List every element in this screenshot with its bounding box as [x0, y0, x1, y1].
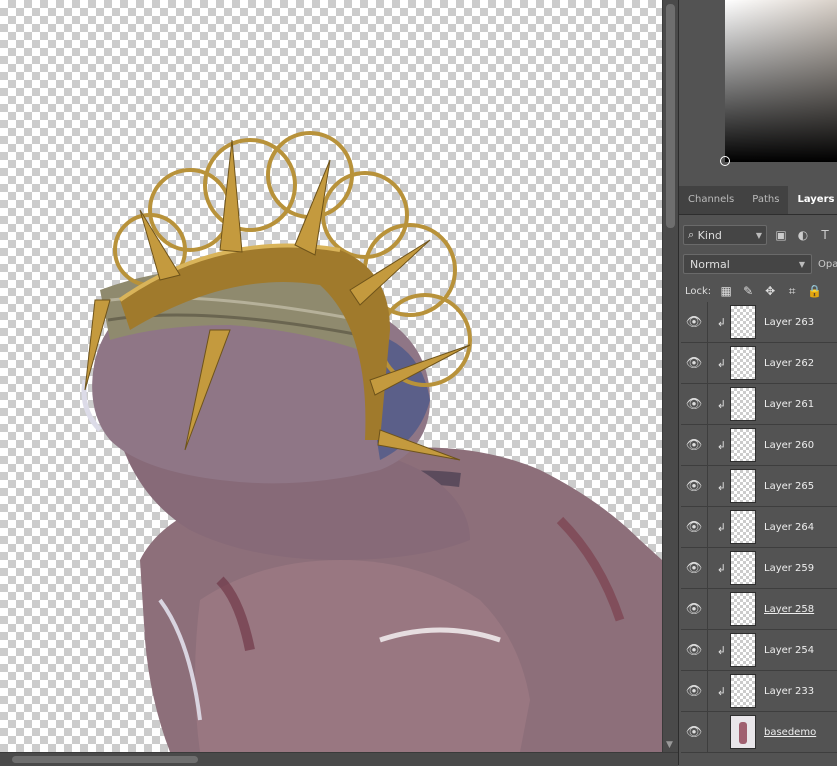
eye-icon[interactable]: 👁 — [681, 438, 707, 453]
layer-filter-row: ⌕ Kind ▼ ▣ ◐ T — [683, 224, 837, 246]
lock-transparent-icon[interactable]: ▦ — [719, 284, 733, 298]
layer-row[interactable]: 👁 Layer 258 — [681, 589, 837, 630]
clip-arrow-icon: ↲ — [716, 520, 726, 534]
clip-arrow-icon: ↲ — [716, 561, 726, 575]
panel-tabs: Channels Paths Layers — [679, 186, 837, 215]
horizontal-scrollbar[interactable] — [0, 752, 678, 766]
layer-thumbnail — [730, 510, 756, 544]
layer-row[interactable]: 👁 ↲ Layer 262 — [681, 343, 837, 384]
layer-row[interactable]: 👁 ↲ Layer 264 — [681, 507, 837, 548]
eye-icon[interactable]: 👁 — [681, 643, 707, 658]
horizontal-scroll-thumb[interactable] — [12, 756, 198, 763]
image-filter-icon[interactable]: ▣ — [773, 228, 789, 242]
layer-name: Layer 258 — [764, 603, 815, 615]
layer-row[interactable]: 👁 ↲ Layer 265 — [681, 466, 837, 507]
lock-all-icon[interactable]: 🔒 — [807, 284, 822, 298]
layers-list: 👁 ↲ Layer 263 👁 ↲ Layer 262 👁 ↲ Layer 26… — [681, 302, 837, 753]
layer-row[interactable]: 👁 basedemo — [681, 712, 837, 753]
layer-row[interactable]: 👁 ↲ Layer 263 — [681, 302, 837, 343]
clip-arrow-icon: ↲ — [716, 315, 726, 329]
layer-thumbnail — [730, 551, 756, 585]
layer-name: Layer 254 — [764, 644, 815, 656]
eye-icon[interactable]: 👁 — [681, 315, 707, 330]
lock-move-icon[interactable]: ✥ — [763, 284, 777, 298]
layer-name: Layer 262 — [764, 357, 815, 369]
artwork — [81, 131, 662, 752]
layer-name: Layer 261 — [764, 398, 815, 410]
layer-row[interactable]: 👁 ↲ Layer 233 — [681, 671, 837, 712]
scroll-down-icon[interactable]: ▼ — [666, 740, 673, 750]
layer-thumbnail — [730, 305, 756, 339]
clip-arrow-icon: ↲ — [716, 397, 726, 411]
eye-icon[interactable]: 👁 — [681, 356, 707, 371]
opacity-label: Opa — [818, 258, 837, 270]
eye-icon[interactable]: 👁 — [681, 561, 707, 576]
layer-thumbnail — [730, 674, 756, 708]
clip-arrow-icon: ↲ — [716, 643, 726, 657]
layer-row[interactable]: 👁 ↲ Layer 260 — [681, 425, 837, 466]
layer-row[interactable]: 👁 ↲ Layer 259 — [681, 548, 837, 589]
right-panel: Channels Paths Layers ⌕ Kind ▼ ▣ ◐ T Nor… — [678, 0, 837, 765]
layer-thumbnail — [730, 592, 756, 626]
layer-row[interactable]: 👁 ↲ Layer 261 — [681, 384, 837, 425]
type-filter-icon[interactable]: T — [817, 228, 833, 242]
clip-arrow-icon: ↲ — [716, 356, 726, 370]
layer-name: Layer 263 — [764, 316, 815, 328]
eye-icon[interactable]: 👁 — [681, 602, 707, 617]
layer-thumbnail — [730, 715, 756, 749]
filter-kind-label: Kind — [697, 228, 722, 242]
eye-icon[interactable]: 👁 — [681, 479, 707, 494]
blend-mode-select[interactable]: Normal ▼ — [683, 254, 812, 274]
tab-layers[interactable]: Layers — [788, 186, 837, 214]
layer-name: Layer 260 — [764, 439, 815, 451]
blend-row: Normal ▼ Opa — [683, 253, 837, 275]
layer-name: Layer 233 — [764, 685, 815, 697]
tab-paths[interactable]: Paths — [743, 186, 788, 214]
clip-arrow-icon: ↲ — [716, 438, 726, 452]
clip-arrow-icon: ↲ — [716, 479, 726, 493]
layer-thumbnail — [730, 387, 756, 421]
layer-name: Layer 259 — [764, 562, 815, 574]
blend-mode-label: Normal — [690, 257, 730, 271]
filter-kind-select[interactable]: ⌕ Kind ▼ — [683, 225, 767, 245]
color-picker-field[interactable] — [720, 0, 837, 166]
vertical-scroll-thumb[interactable] — [666, 4, 675, 228]
document-canvas[interactable] — [0, 0, 662, 752]
clip-arrow-icon: ↲ — [716, 684, 726, 698]
layer-name: basedemo — [764, 726, 817, 738]
color-marker[interactable] — [720, 156, 730, 166]
lock-artboard-icon[interactable]: ⌗ — [785, 284, 799, 299]
chevron-down-icon: ▼ — [755, 230, 762, 240]
layer-thumbnail — [730, 428, 756, 462]
layer-name: Layer 265 — [764, 480, 815, 492]
search-icon: ⌕ — [688, 228, 695, 241]
lock-label: Lock: — [685, 285, 712, 297]
layer-row[interactable]: 👁 ↲ Layer 254 — [681, 630, 837, 671]
layer-thumbnail — [730, 633, 756, 667]
layer-thumbnail — [730, 469, 756, 503]
eye-icon[interactable]: 👁 — [681, 684, 707, 699]
vertical-scrollbar[interactable]: ▼ — [662, 0, 679, 752]
layer-thumbnail — [730, 346, 756, 380]
eye-icon[interactable]: 👁 — [681, 520, 707, 535]
layer-name: Layer 264 — [764, 521, 815, 533]
eye-icon[interactable]: 👁 — [681, 397, 707, 412]
lock-brush-icon[interactable]: ✎ — [741, 284, 755, 298]
adjustment-filter-icon[interactable]: ◐ — [795, 228, 811, 242]
lock-row: Lock: ▦ ✎ ✥ ⌗ 🔒 — [685, 282, 822, 300]
eye-icon[interactable]: 👁 — [681, 725, 707, 740]
chevron-down-icon: ▼ — [798, 259, 805, 269]
tab-channels[interactable]: Channels — [679, 186, 743, 214]
